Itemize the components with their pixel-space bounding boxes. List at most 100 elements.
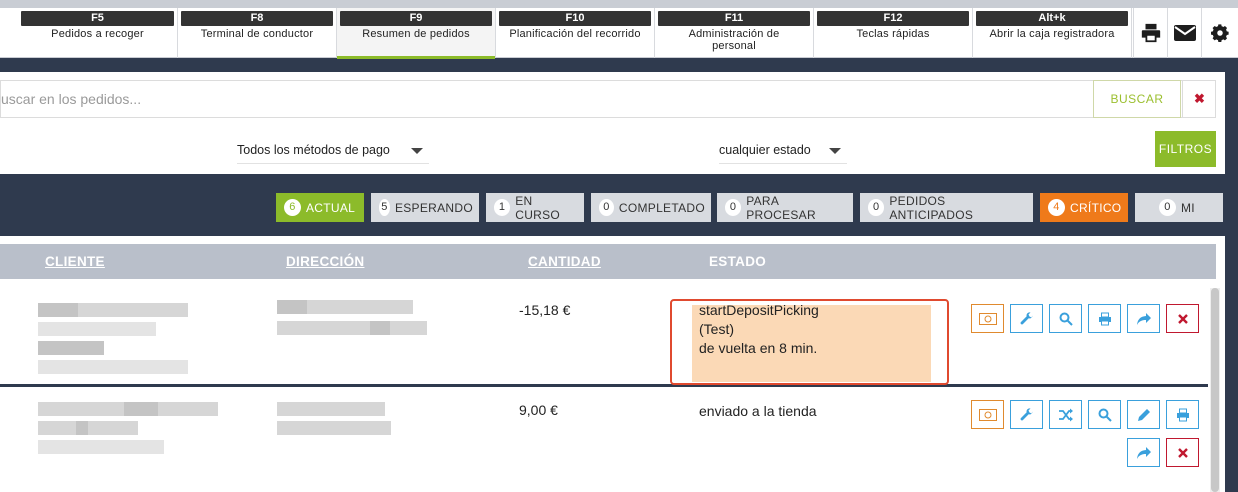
state-select[interactable]: cualquier estado [719,138,847,164]
view-button[interactable] [1088,400,1121,429]
tab-f11[interactable]: F11 Administración de personal [655,8,814,58]
chip-count: 6 [284,199,301,216]
status-line: startDepositPicking [699,302,819,318]
print-button[interactable] [1133,8,1167,58]
tab-f8[interactable]: F8 Terminal de conductor [178,8,337,58]
share-arrow-icon [1136,446,1151,459]
wrench-icon [1020,407,1032,420]
edit-button[interactable] [1127,400,1160,429]
delete-button[interactable] [1166,438,1199,467]
table-header: CLIENTE DIRECCIÓN CANTIDAD ESTADO [0,244,1216,279]
tab-label: Teclas rápidas [856,28,930,40]
wrench-icon [1020,311,1032,324]
printer-icon [1176,408,1189,421]
chip-para-procesar[interactable]: 0 PARA PROCESAR [717,193,853,222]
tab-label: Pedidos a recoger [51,28,144,40]
chip-count: 5 [379,199,390,216]
filters-button[interactable]: FILTROS [1155,131,1216,167]
chip-count: 0 [868,199,885,216]
tab-key: F11 [658,11,810,26]
tab-f12[interactable]: F12 Teclas rápidas [814,8,973,58]
envelope-icon [1173,25,1196,41]
clear-search-button[interactable]: ✖ [1182,81,1216,117]
scrollbar-thumb[interactable] [1211,288,1219,492]
share-arrow-icon [1136,312,1151,325]
tab-key: Alt+k [976,11,1128,26]
tab-key: F8 [181,11,333,26]
reassign-button[interactable] [1049,400,1082,429]
table-row[interactable]: -15,18 € startDepositPicking (Test) de v… [0,292,1208,387]
edit-tools-button[interactable] [1010,304,1043,333]
shuffle-icon [1058,408,1073,421]
amount-value: -15,18 € [519,302,571,318]
tab-label: Terminal de conductor [200,28,314,40]
search-input[interactable] [1,81,1091,117]
payment-method-select[interactable]: Todos los métodos de pago [237,138,429,164]
delete-button[interactable] [1166,304,1199,333]
edit-tools-button[interactable] [1010,400,1043,429]
tab-f5[interactable]: F5 Pedidos a recoger [18,8,178,58]
tab-key: F9 [340,11,492,26]
chip-critico[interactable]: 4 CRÍTICO [1040,193,1128,222]
chip-label: PARA PROCESAR [746,193,816,222]
print-order-button[interactable] [1088,304,1121,333]
printer-icon [1141,23,1160,43]
chip-pedidos-anticipados[interactable]: 0 PEDIDOS ANTICIPADOS [860,193,1033,222]
chip-actual[interactable]: 6 ACTUAL [276,193,364,222]
table-scrollbar[interactable] [1210,288,1220,492]
chip-esperando[interactable]: 5 ESPERANDO [371,193,479,222]
column-header-state: ESTADO [709,254,767,269]
tab-key: F5 [21,11,174,26]
status-line: de vuelta en 8 min. [699,340,818,356]
column-header-address[interactable]: DIRECCIÓN [286,254,364,269]
payment-button[interactable] [971,400,1004,429]
table-row[interactable]: 9,00 € enviado a la tienda [0,390,1208,492]
search-button[interactable]: BUSCAR [1093,80,1181,118]
amount-value: 9,00 € [519,402,558,418]
settings-button[interactable] [1201,8,1238,58]
chip-mi[interactable]: 0 MI [1135,193,1223,222]
status-text: enviado a la tienda [699,402,817,421]
column-header-client[interactable]: CLIENTE [45,254,105,269]
chip-label: CRÍTICO [1070,200,1122,215]
status-text: startDepositPicking (Test) de vuelta en … [699,301,819,358]
state-value: cualquier estado [719,143,811,157]
close-icon [1177,313,1188,324]
close-icon [1177,447,1188,458]
mail-button[interactable] [1167,8,1201,58]
top-strip [0,0,1238,8]
tab-f10[interactable]: F10 Planificación del recorrido [496,8,655,58]
chip-count: 1 [494,199,511,216]
chip-label: ESPERANDO [394,200,473,215]
print-order-button[interactable] [1166,400,1199,429]
payment-button[interactable] [971,304,1004,333]
search-bar: BUSCAR ✖ [0,80,1216,118]
tab-alt-k[interactable]: Alt+k Abrir la caja registradora [973,8,1132,58]
orders-table: CLIENTE DIRECCIÓN CANTIDAD ESTADO -15,18… [0,236,1225,492]
top-tab-bar: F5 Pedidos a recoger F8 Terminal de cond… [0,0,1238,59]
tab-label: Administración de personal [688,28,780,52]
search-icon [1098,408,1112,422]
banknote-icon [978,408,997,421]
forward-button[interactable] [1127,304,1160,333]
view-button[interactable] [1049,304,1082,333]
gear-icon [1211,24,1229,42]
chip-en-curso[interactable]: 1 EN CURSO [486,193,584,222]
pencil-icon [1137,408,1150,421]
chip-count: 0 [725,199,742,216]
tab-f9[interactable]: F9 Resumen de pedidos [337,8,496,59]
chip-label: EN CURSO [515,193,561,222]
chip-label: COMPLETADO [618,200,705,215]
tab-key: F12 [817,11,969,26]
search-panel: BUSCAR ✖ Todos los métodos de pago cualq… [0,72,1225,174]
chip-completado[interactable]: 0 COMPLETADO [591,193,711,222]
active-tab-indicator [337,56,495,59]
chip-count: 0 [599,199,614,216]
status-line: enviado a la tienda [699,403,817,419]
payment-method-value: Todos los métodos de pago [237,143,390,157]
search-icon [1059,312,1073,326]
forward-button[interactable] [1127,438,1160,467]
status-line: (Test) [699,321,734,337]
chevron-down-icon [829,148,841,154]
column-header-amount[interactable]: CANTIDAD [528,254,601,269]
